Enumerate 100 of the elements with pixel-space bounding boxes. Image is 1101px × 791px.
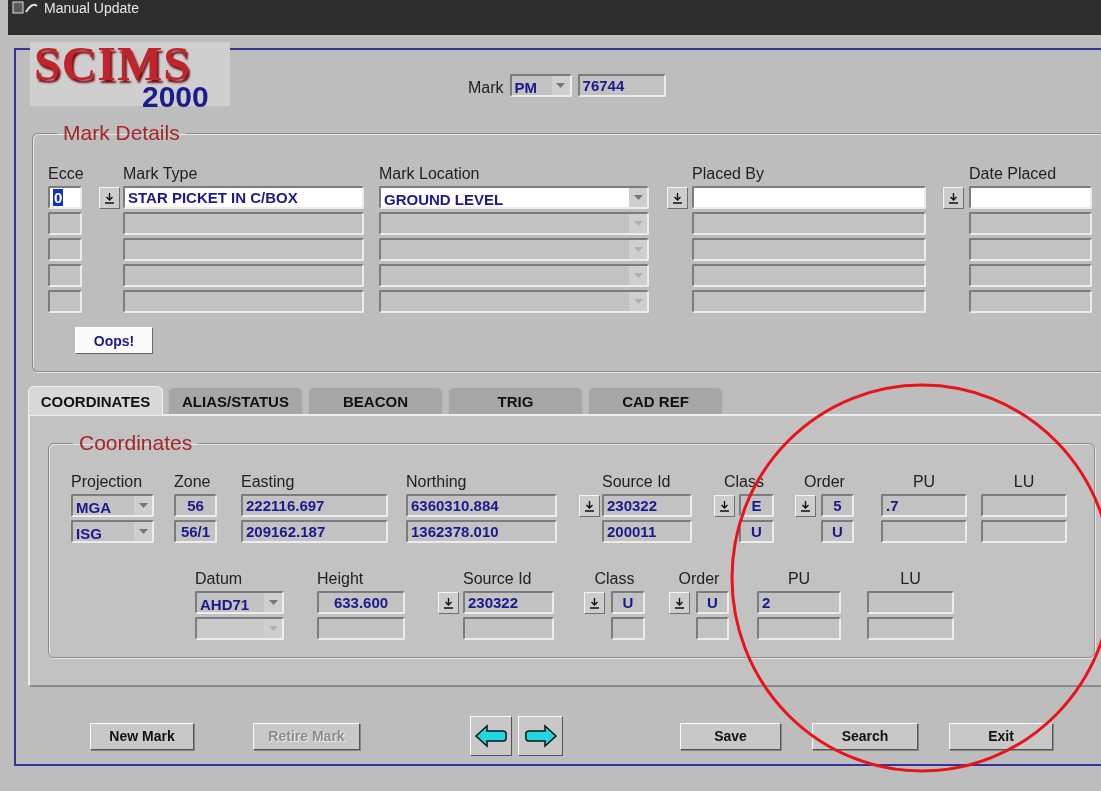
placed-by-field[interactable] [692,238,926,261]
date-placed-field[interactable] [969,264,1092,287]
list-button[interactable] [584,591,605,614]
arrow-down-icon [589,596,600,609]
list-button[interactable] [438,591,459,614]
height-field[interactable] [317,617,405,640]
arrow-down-icon [672,191,683,204]
easting-field[interactable]: 209162.187 [241,520,388,543]
caret-icon [633,299,643,304]
ecce-field[interactable] [48,290,82,313]
list-button[interactable] [795,494,816,517]
arrow-down-icon [104,191,115,204]
list-button[interactable] [943,186,964,209]
column-header: Class [594,570,635,588]
class-field[interactable]: E [739,494,774,517]
northing-field[interactable]: 1362378.010 [406,520,557,543]
action-button[interactable]: Exit [949,722,1053,750]
date-placed-field[interactable] [969,186,1092,209]
forward-button[interactable] [518,716,563,756]
source-id-field[interactable] [463,617,554,640]
pu-field[interactable] [757,617,841,640]
zone-field[interactable]: 56 [174,494,217,517]
lu-field[interactable] [981,520,1067,543]
placed-by-field[interactable] [692,212,926,235]
ecce-field[interactable] [48,264,82,287]
mark-type-field[interactable] [123,212,364,235]
height-field[interactable]: 633.600 [317,591,405,614]
tab[interactable]: COORDINATES [28,386,163,415]
class-field[interactable] [611,617,645,640]
zone-field[interactable]: 56/1 [174,520,217,543]
caret-icon [556,83,566,88]
order-field[interactable]: U [696,591,729,614]
ecce-field[interactable]: 0 [48,186,82,209]
mark-type-field[interactable]: STAR PICKET IN C/BOX [123,186,364,209]
placed-by-field[interactable] [692,264,926,287]
caret-icon [268,626,278,631]
section-title: Mark Details [62,122,181,144]
mark-location-select[interactable] [379,238,649,261]
list-button[interactable] [667,186,688,209]
caret-icon [633,221,643,226]
ecce-field[interactable] [48,212,82,235]
date-placed-field[interactable] [969,290,1092,313]
action-button[interactable]: Save [680,722,781,750]
source-id-field[interactable]: 200011 [602,520,692,543]
mark-number-field[interactable]: 76744 [577,74,666,97]
back-button[interactable] [470,716,512,756]
oops-button[interactable]: Oops! [75,327,153,354]
source-id-field[interactable]: 230322 [463,591,554,614]
list-button[interactable] [579,494,600,517]
mark-location-select[interactable]: GROUND LEVEL [379,186,649,209]
lu-field[interactable] [867,617,954,640]
date-placed-field[interactable] [969,212,1092,235]
lu-field[interactable] [867,591,954,614]
pu-field[interactable] [881,520,967,543]
date-placed-field[interactable] [969,238,1092,261]
tab[interactable]: TRIG [448,387,583,414]
datum-select[interactable]: AHD71 [195,591,284,614]
tab[interactable]: CAD REF [588,387,723,414]
projection-select[interactable]: ISG [71,520,154,543]
column-header: Northing [406,473,467,491]
column-header: Source Id [602,473,671,491]
mark-type-select[interactable]: PM [509,74,572,97]
list-button[interactable] [669,591,690,614]
app-icon [12,0,38,14]
mark-location-select[interactable] [379,264,649,287]
source-id-field[interactable]: 230322 [602,494,692,517]
column-header: Source Id [463,570,532,588]
column-header: Projection [71,473,143,491]
pu-field[interactable]: .7 [881,494,967,517]
order-field[interactable]: 5 [821,494,854,517]
mark-location-select[interactable] [379,290,649,313]
mark-type-field[interactable] [123,238,364,261]
action-button[interactable]: New Mark [90,722,194,750]
arrow-down-icon [719,499,730,512]
caret-icon [138,529,148,534]
tab[interactable]: ALIAS/STATUS [168,387,303,414]
arrow-down-icon [584,499,595,512]
mark-type-field[interactable] [123,264,364,287]
order-field[interactable] [696,617,729,640]
datum-select[interactable] [195,617,284,640]
northing-field[interactable]: 6360310.884 [406,494,557,517]
mark-location-select[interactable] [379,212,649,235]
easting-field[interactable]: 222116.697 [241,494,388,517]
class-field[interactable]: U [739,520,774,543]
lu-field[interactable] [981,494,1067,517]
action-button[interactable]: Search [812,722,918,750]
projection-select[interactable]: MGA [71,494,154,517]
list-button[interactable] [714,494,735,517]
column-header: Easting [241,473,295,491]
column-header: Height [317,570,364,588]
pu-field[interactable]: 2 [757,591,841,614]
placed-by-field[interactable] [692,186,926,209]
mark-type-field[interactable] [123,290,364,313]
tab[interactable]: BEACON [308,387,443,414]
ecce-field[interactable] [48,238,82,261]
list-button[interactable] [99,186,120,209]
placed-by-field[interactable] [692,290,926,313]
caret-icon [138,503,148,508]
order-field[interactable]: U [821,520,854,543]
class-field[interactable]: U [611,591,645,614]
